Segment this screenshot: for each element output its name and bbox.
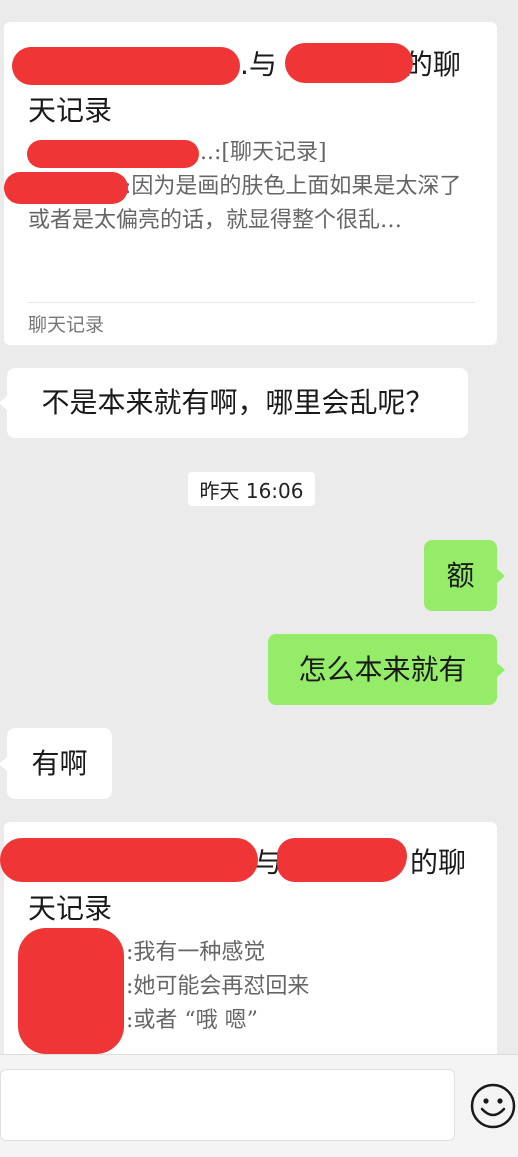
redaction-mark — [12, 47, 240, 85]
card-divider — [28, 302, 475, 303]
message-timestamp: 昨天 16:06 — [188, 472, 315, 506]
redaction-mark — [27, 140, 199, 168]
chat-history-label: 聊天记录 — [28, 314, 105, 336]
redaction-mark — [18, 928, 124, 1054]
received-message-bubble[interactable]: 不是本来就有啊，哪里会乱呢？ — [0, 368, 468, 438]
message-text: 怎么本来就有 — [298, 652, 467, 686]
message-input-bar — [0, 1054, 518, 1157]
message-text: 不是本来就有啊，哪里会乱呢？ — [41, 386, 434, 419]
message-input[interactable] — [0, 1069, 455, 1141]
redaction-mark — [0, 838, 258, 882]
redaction-mark — [4, 172, 128, 204]
redaction-mark — [277, 838, 407, 882]
received-message-bubble[interactable]: 有啊 — [0, 728, 112, 799]
message-text: 额 — [446, 558, 475, 592]
sent-message-bubble[interactable]: 怎么本来就有 — [268, 634, 505, 705]
sent-message-bubble[interactable]: 额 — [424, 540, 505, 611]
smiley-face-icon[interactable] — [470, 1083, 516, 1129]
message-text: 有啊 — [31, 746, 88, 780]
redaction-mark — [285, 43, 413, 83]
